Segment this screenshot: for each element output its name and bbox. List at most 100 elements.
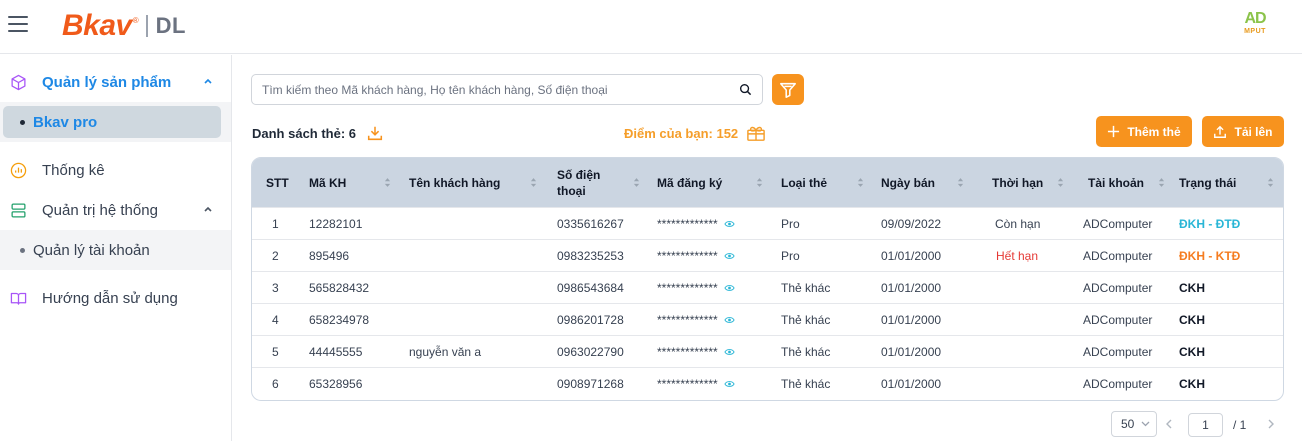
sidebar-item-label: Thống kê [42,161,105,179]
column-header-card-type[interactable]: Loại thẻ [781,158,827,207]
cell-customer-id: 565828432 [309,280,370,295]
cell-card-type: Pro [781,248,800,263]
sort-icon[interactable] [857,177,864,188]
cell-card-type: Thẻ khác [781,376,831,391]
cell-stt: 4 [272,312,279,327]
cell-sale-date: 01/01/2000 [881,312,942,327]
cell-phone: 0963022790 [557,344,624,359]
eye-icon[interactable] [724,252,735,260]
partner-logo-bottom: MPUT [1244,28,1266,35]
column-header-status[interactable]: Trạng thái [1179,158,1236,207]
column-header-sale-date[interactable]: Ngày bán [881,158,935,207]
sidebar-subitem-accounts[interactable]: Quản lý tài khoản [3,234,221,266]
sort-icon[interactable] [957,177,964,188]
filter-button[interactable] [772,74,804,105]
sort-icon[interactable] [756,177,763,188]
search-icon[interactable] [739,83,752,96]
sidebar-item-system-admin[interactable]: Quản trị hệ thống [0,190,231,230]
sidebar-item-guide[interactable]: Hướng dẫn sử dụng [0,278,231,318]
logo-sub-text: DL [155,13,186,38]
products-submenu: Bkav pro [0,102,231,142]
card-list-label: Danh sách thẻ: 6 [252,125,357,141]
cell-phone: 0986543684 [557,280,624,295]
sidebar-item-statistics[interactable]: Thống kê [0,150,231,190]
plus-icon [1108,125,1120,138]
next-page-icon[interactable] [1267,419,1275,429]
gift-icon [747,126,765,141]
current-page-input[interactable]: 1 [1188,413,1223,437]
cell-customer-id: 658234978 [309,312,370,327]
cell-sale-date: 01/01/2000 [881,248,942,263]
sort-icon[interactable] [633,177,640,188]
bkav-logo[interactable]: Bkav ® DL [62,9,186,43]
logo-registered-mark: ® [132,15,139,25]
cell-reg-code: ************* [657,240,735,271]
column-header-account[interactable]: Tài khoản [1088,158,1144,207]
cell-reg-code: ************* [657,272,735,303]
add-card-label: Thêm thẻ [1127,124,1181,139]
cell-phone: 0908971268 [557,376,624,391]
filter-icon [780,82,796,98]
sort-icon[interactable] [1057,177,1064,188]
sort-icon[interactable] [384,177,391,188]
page-size-select[interactable]: 50 [1111,411,1157,437]
eye-icon[interactable] [724,316,735,324]
bullet-icon [20,247,25,253]
cell-customer-name: nguyễn văn a [409,344,482,359]
cell-account: ADComputer [1083,344,1153,359]
menu-icon[interactable] [8,16,28,32]
logo-text: Bkav [62,9,132,42]
cell-account: ADComputer [1083,280,1153,295]
cell-customer-id: 65328956 [309,376,363,391]
eye-icon[interactable] [724,220,735,228]
sort-icon[interactable] [530,177,537,188]
eye-icon[interactable] [724,380,735,388]
cell-customer-id: 44445555 [309,344,363,359]
cell-reg-code: ************* [657,368,735,399]
server-icon [9,201,27,219]
sidebar-item-products[interactable]: Quản lý sản phẩm [0,62,231,102]
prev-page-icon[interactable] [1165,419,1173,429]
sort-icon[interactable] [1267,177,1274,188]
cell-customer-id: 895496 [309,248,350,263]
chevron-up-icon[interactable] [203,76,213,86]
cell-stt: 2 [272,248,279,263]
search-input[interactable] [252,75,732,104]
cell-stt: 1 [272,216,279,231]
status-badge: CKH [1179,376,1205,391]
column-header-phone[interactable]: Số điện thoại [557,158,600,207]
cell-account: ADComputer [1083,216,1153,231]
table-row[interactable]: 5 44445555 nguyễn văn a 0963022790 *****… [252,335,1283,367]
download-icon[interactable] [366,124,384,142]
cell-reg-code: ************* [657,208,735,239]
chevron-up-icon[interactable] [203,204,213,214]
column-header-reg-code[interactable]: Mã đăng ký [657,158,722,207]
reg-code-masked: ************* [657,248,718,263]
upload-button[interactable]: Tải lên [1202,116,1284,147]
partner-logo: AD MPUT [1238,11,1272,37]
table-row[interactable]: 3 565828432 0986543684 ************* Thẻ… [252,271,1283,303]
add-card-button[interactable]: Thêm thẻ [1096,116,1192,147]
cell-stt: 5 [272,344,279,359]
column-header-customer-id[interactable]: Mã KH [309,158,346,207]
table-row[interactable]: 4 658234978 0986201728 ************* Thẻ… [252,303,1283,335]
status-badge: CKH [1179,312,1205,327]
table-row[interactable]: 6 65328956 0908971268 ************* Thẻ … [252,367,1283,399]
eye-icon[interactable] [724,284,735,292]
column-header-term[interactable]: Thời hạn [992,158,1043,207]
cell-account: ADComputer [1083,312,1153,327]
cell-card-type: Pro [781,216,800,231]
eye-icon[interactable] [724,348,735,356]
cell-sale-date: 01/01/2000 [881,344,942,359]
logo-divider [145,15,148,37]
table-row[interactable]: 1 12282101 0335616267 ************* Pro … [252,207,1283,239]
cell-term: Còn hạn [995,216,1041,231]
sort-icon[interactable] [1158,177,1165,188]
sidebar-subitem-bkav-pro[interactable]: Bkav pro [3,106,221,138]
sidebar-item-label: Quản lý sản phẩm [42,73,172,91]
search-box [251,74,763,105]
column-header-customer-name[interactable]: Tên khách hàng [409,158,500,207]
page-size-value: 50 [1121,417,1135,431]
total-pages: / 1 [1233,418,1247,432]
table-row[interactable]: 2 895496 0983235253 ************* Pro 01… [252,239,1283,271]
